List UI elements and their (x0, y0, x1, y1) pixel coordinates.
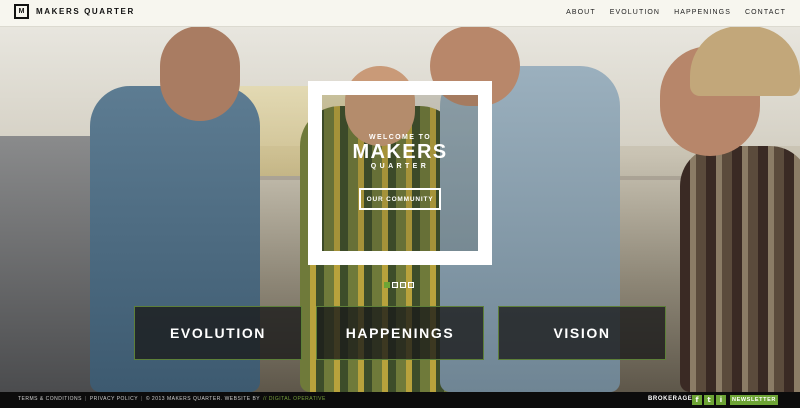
welcome-box: WELCOME TO MAKERS QUARTER OUR COMMUNITY (308, 81, 492, 265)
welcome-text: WELCOME TO (368, 134, 432, 141)
nav-contact[interactable]: CONTACT (745, 9, 786, 16)
hero-person-4 (680, 146, 800, 392)
nav-happenings[interactable]: HAPPENINGS (674, 9, 731, 16)
site-header: M MAKERS QUARTER ABOUT EVOLUTION HAPPENI… (0, 0, 800, 27)
welcome-content: WELCOME TO MAKERS QUARTER OUR COMMUNITY (322, 95, 478, 251)
tile-evolution[interactable]: EVOLUTION (134, 306, 302, 360)
credit-link[interactable]: // DIGITAL OPERATIVE (263, 396, 326, 402)
twitter-icon[interactable]: t (704, 395, 714, 405)
separator: | (85, 396, 87, 402)
newsletter-button[interactable]: NEWSLETTER (730, 395, 778, 405)
social-links: f t i (692, 395, 726, 405)
privacy-link[interactable]: PRIVACY POLICY (90, 396, 138, 402)
site-footer: TERMS & CONDITIONS | PRIVACY POLICY | © … (0, 392, 800, 408)
slider-dots (384, 282, 414, 288)
tile-happenings-label: HAPPENINGS (345, 325, 455, 341)
slider-dot-2[interactable] (392, 282, 398, 288)
tile-happenings[interactable]: HAPPENINGS (316, 306, 484, 360)
tile-vision[interactable]: VISION (498, 306, 666, 360)
separator: | (141, 396, 143, 402)
welcome-brand-sub: QUARTER (370, 163, 430, 170)
nav-about[interactable]: ABOUT (566, 9, 596, 16)
logo-mark-icon: M (14, 4, 29, 19)
welcome-brand: MAKERS (352, 141, 448, 163)
facebook-icon[interactable]: f (692, 395, 702, 405)
brokerage-link[interactable]: BROKERAGE (648, 396, 692, 402)
legal-links: TERMS & CONDITIONS | PRIVACY POLICY | © … (18, 396, 326, 402)
instagram-icon[interactable]: i (716, 395, 726, 405)
slider-dot-3[interactable] (400, 282, 406, 288)
copyright-text: © 2013 MAKERS QUARTER. WEBSITE BY (145, 396, 261, 402)
our-community-button[interactable]: OUR COMMUNITY (359, 188, 441, 210)
slider-dot-1[interactable] (384, 282, 390, 288)
main-nav: ABOUT EVOLUTION HAPPENINGS CONTACT (566, 9, 786, 16)
hero-person-1-head (160, 26, 240, 121)
tile-evolution-label: EVOLUTION (169, 325, 267, 341)
nav-evolution[interactable]: EVOLUTION (610, 9, 660, 16)
tile-vision-label: VISION (553, 325, 611, 341)
logo[interactable]: M MAKERS QUARTER (14, 4, 135, 19)
logo-text: MAKERS QUARTER (36, 7, 135, 16)
terms-link[interactable]: TERMS & CONDITIONS (18, 396, 82, 402)
slider-dot-4[interactable] (408, 282, 414, 288)
